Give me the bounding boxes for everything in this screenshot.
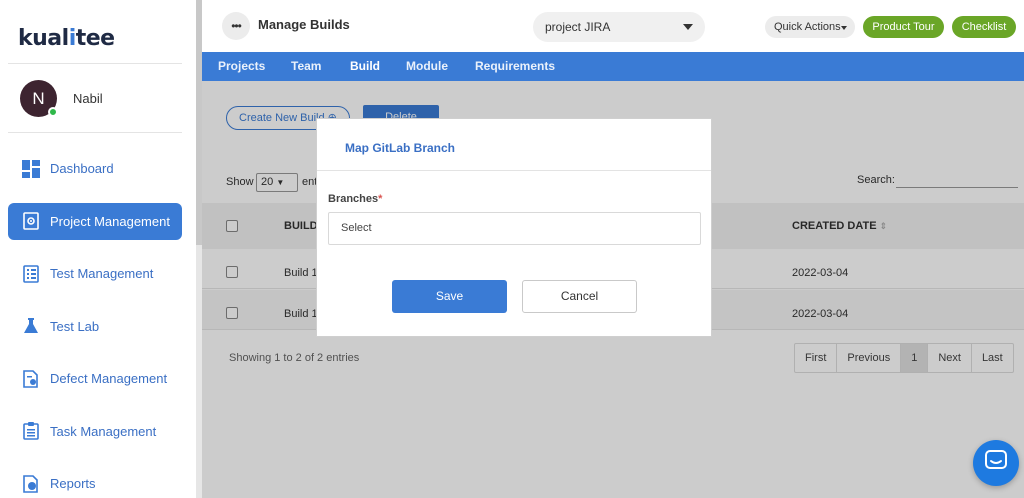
bug-doc-icon <box>22 369 40 388</box>
logo-text-o: i <box>68 26 77 51</box>
branches-label: Branches* <box>328 193 382 205</box>
sidebar-item-label: Task Management <box>50 423 157 439</box>
cancel-button[interactable]: Cancel <box>522 280 637 313</box>
clipboard-icon <box>22 422 40 440</box>
report-icon <box>22 474 40 493</box>
sidebar: kualitee N Nabil Dashboard Project Manag… <box>0 0 196 498</box>
tab-requirements[interactable]: Requirements <box>475 52 555 81</box>
logo-text-pre: kual <box>18 26 69 51</box>
page-title: Manage Builds <box>258 17 350 32</box>
quick-actions-label: Quick Actions <box>774 21 841 33</box>
sidebar-item-defect-management[interactable]: Defect Management <box>8 360 182 397</box>
logo-text-post: tee <box>75 26 115 51</box>
project-select[interactable]: project JIRA <box>533 12 705 42</box>
sidebar-divider <box>8 132 182 133</box>
user-name: Nabil <box>73 91 103 106</box>
sidebar-item-label: Test Lab <box>50 318 100 334</box>
checklist-button[interactable]: Checklist <box>952 16 1016 38</box>
product-tour-button[interactable]: Product Tour <box>863 16 944 38</box>
dashboard-icon <box>22 159 40 178</box>
chevron-down-icon <box>841 26 847 30</box>
more-menu-button[interactable]: ••• <box>222 12 250 40</box>
kualitee-logo[interactable]: kualitee <box>18 26 115 51</box>
sidebar-item-test-lab[interactable]: Test Lab <box>8 308 182 345</box>
avatar-initial: N <box>32 88 45 108</box>
branches-label-text: Branches <box>328 193 379 205</box>
tab-build[interactable]: Build <box>350 52 380 81</box>
map-gitlab-branch-modal: Map GitLab Branch Branches* Select Save … <box>316 118 712 337</box>
chat-widget-button[interactable] <box>973 440 1019 486</box>
quick-actions-button[interactable]: Quick Actions <box>765 16 855 38</box>
avatar[interactable]: N <box>20 80 58 117</box>
sidebar-item-label: Reports <box>50 476 96 491</box>
tab-module[interactable]: Module <box>406 52 448 81</box>
sidebar-divider <box>8 63 182 64</box>
sidebar-item-label: Test Management <box>50 266 154 281</box>
project-select-value: project JIRA <box>545 20 611 34</box>
branches-select[interactable]: Select <box>328 212 701 245</box>
sidebar-nav: Dashboard Project Management Test Manage… <box>8 150 182 498</box>
user-profile[interactable]: N Nabil <box>20 80 103 117</box>
sidebar-item-label: Dashboard <box>50 161 114 176</box>
modal-title: Map GitLab Branch <box>345 141 456 155</box>
sidebar-item-reports[interactable]: Reports <box>8 465 182 498</box>
save-button[interactable]: Save <box>392 280 507 313</box>
modal-divider <box>317 170 711 171</box>
checklist-icon <box>22 264 40 283</box>
top-bar: ••• Manage Builds project JIRA Quick Act… <box>202 0 1024 52</box>
sidebar-item-label: Defect Management <box>50 371 168 386</box>
tab-team[interactable]: Team <box>291 52 321 81</box>
online-status-dot <box>48 107 58 117</box>
gear-doc-icon <box>22 212 40 230</box>
required-mark: * <box>378 193 383 205</box>
tab-bar: Projects Team Build Module Requirements <box>202 52 1024 81</box>
flask-icon <box>22 317 40 335</box>
sidebar-item-test-management[interactable]: Test Management <box>8 255 182 292</box>
sidebar-item-project-management[interactable]: Project Management <box>8 202 182 240</box>
sidebar-item-task-management[interactable]: Task Management <box>8 413 182 450</box>
chevron-down-icon <box>683 24 693 30</box>
sidebar-item-label: Project Management <box>50 213 170 229</box>
tab-projects[interactable]: Projects <box>218 52 265 81</box>
more-dots-icon: ••• <box>231 19 242 33</box>
sidebar-item-dashboard[interactable]: Dashboard <box>8 150 182 187</box>
chat-icon <box>985 449 1007 477</box>
